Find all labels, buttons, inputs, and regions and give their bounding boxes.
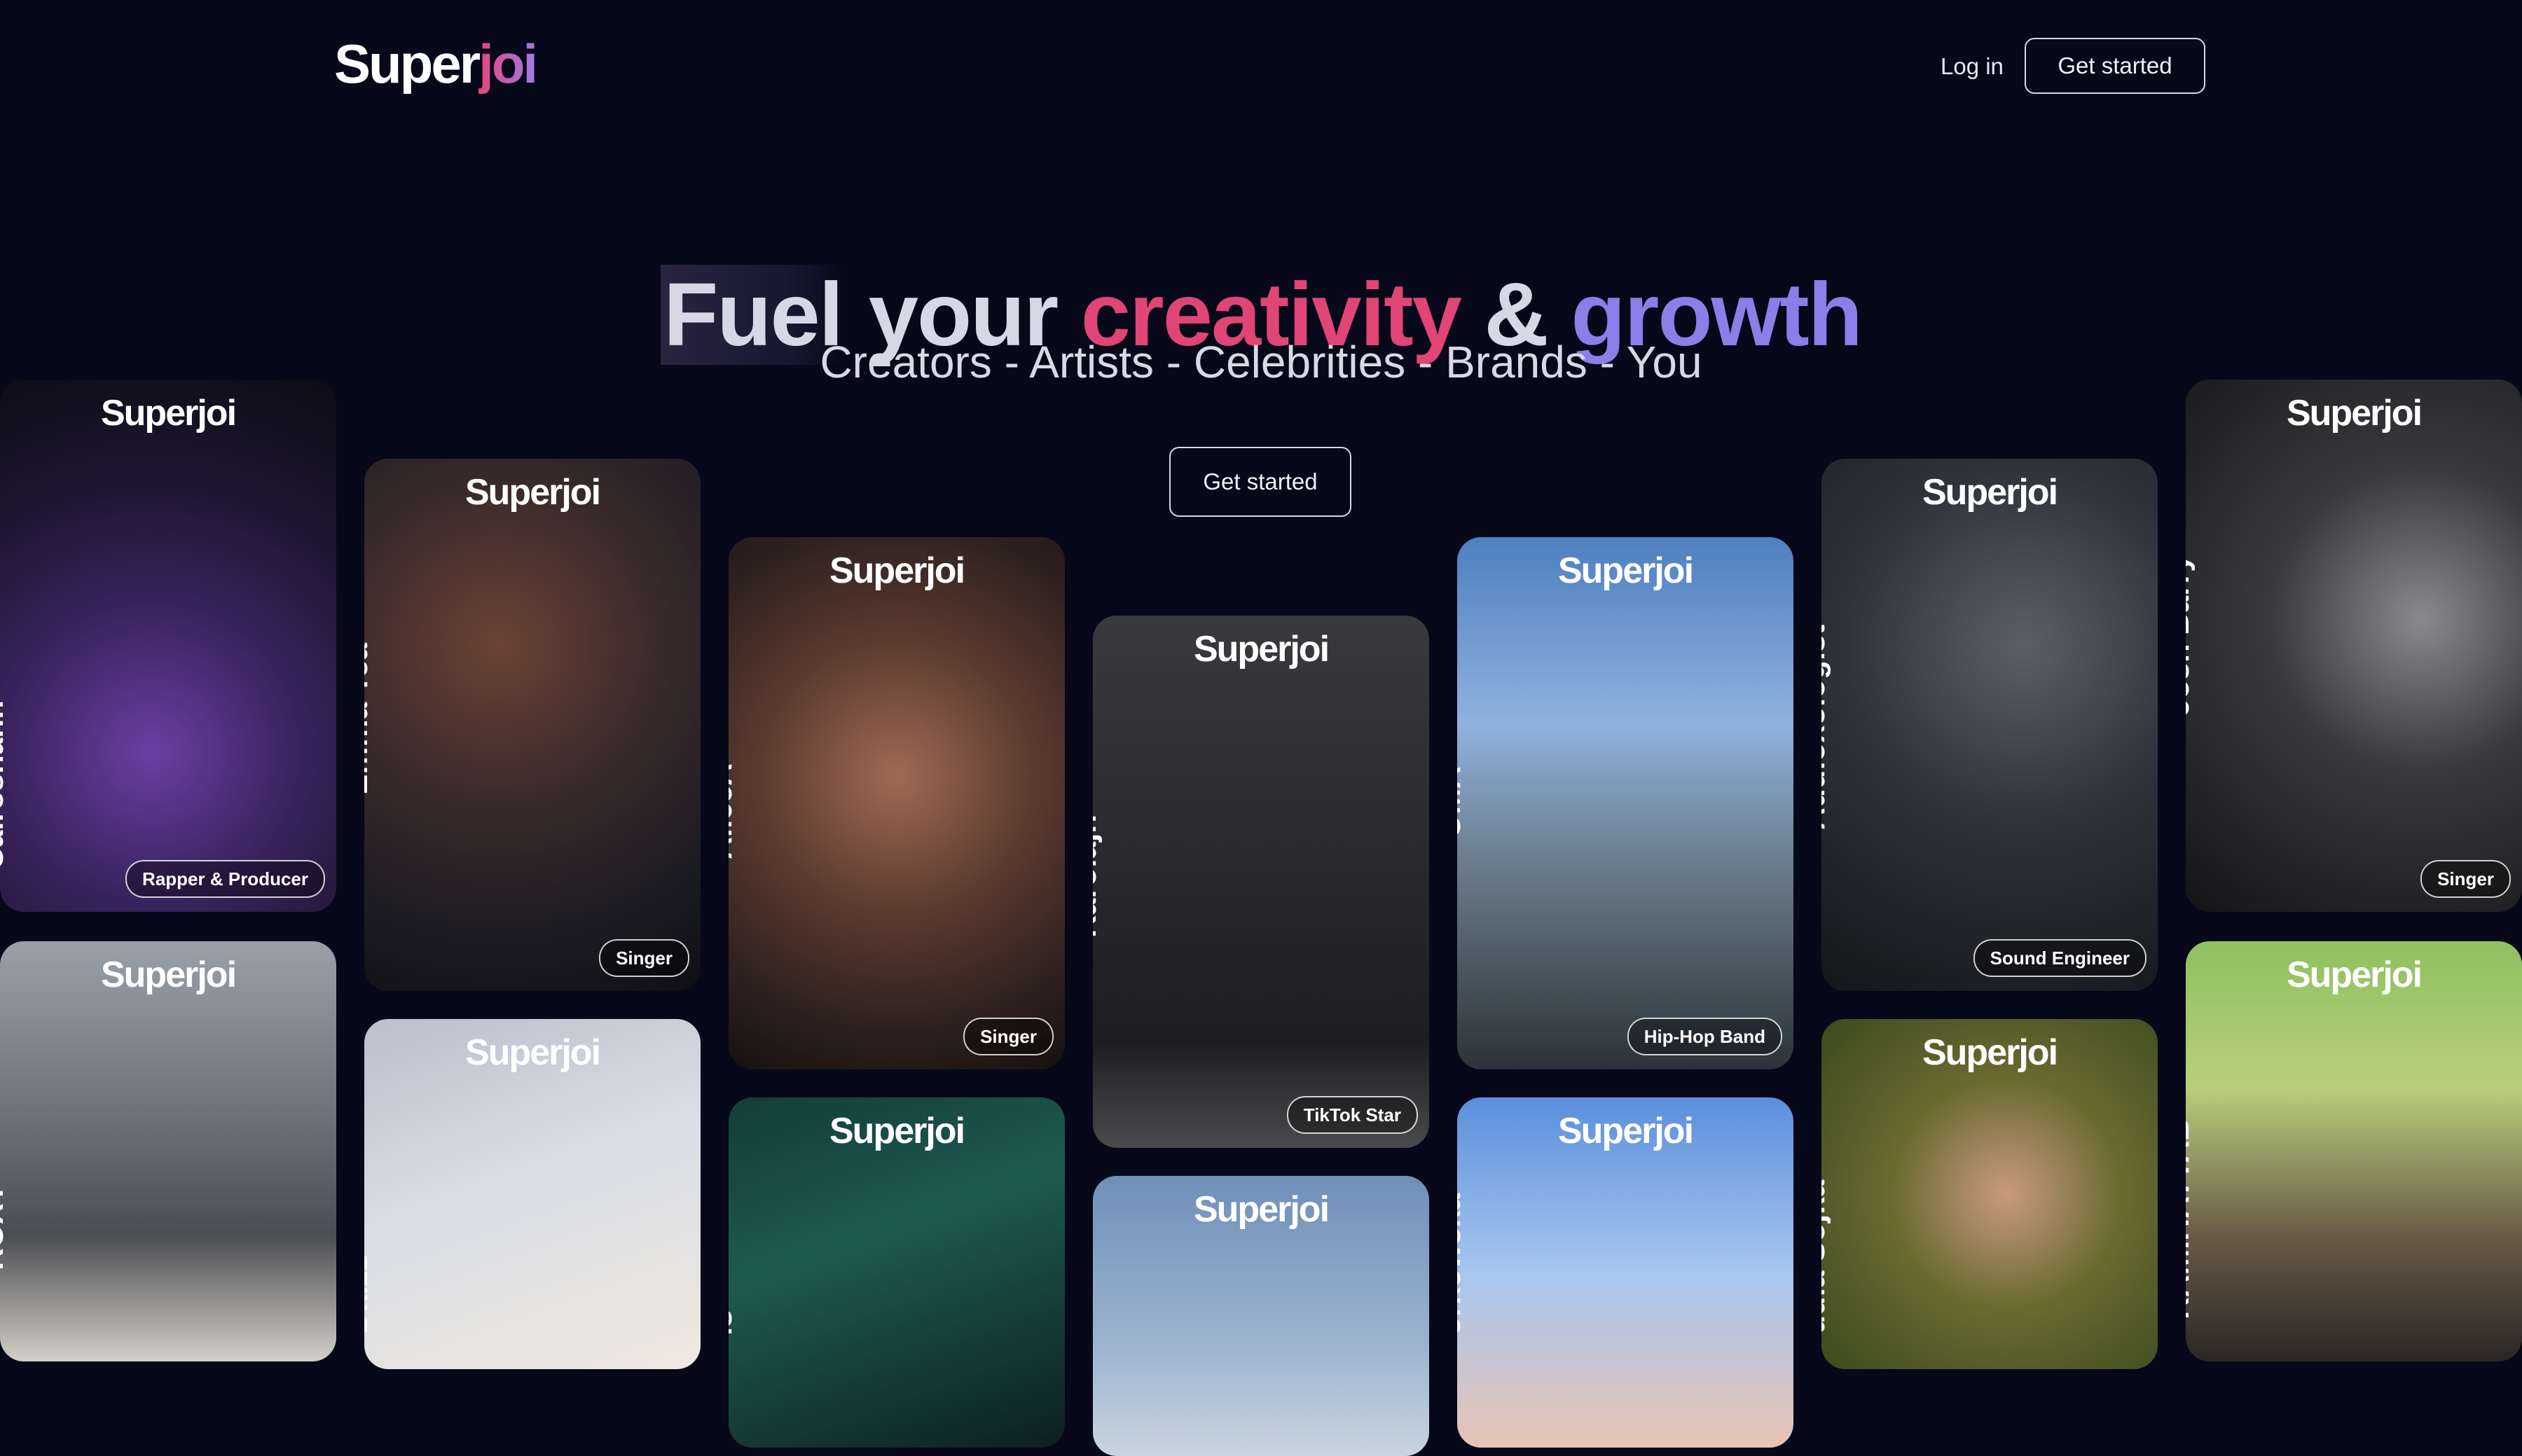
card-brand-logo: Superjoi <box>829 550 965 591</box>
card-brand-logo: Superjoi <box>1193 629 1330 670</box>
creator-card-josh-barry[interactable]: Superjoi Josh Barry Singer <box>2186 380 2522 912</box>
creator-card-emma-tea[interactable]: Superjoi Emma Tea Singer <box>364 459 701 991</box>
card-creator-name: Karolajn <box>1093 814 1103 938</box>
hero-get-started-button[interactable]: Get started <box>1169 447 1351 517</box>
card-creator-name: Emma Tea <box>364 643 374 795</box>
get-started-button[interactable]: Get started <box>2025 38 2205 94</box>
card-category-badge: Singer <box>963 1018 1054 1055</box>
card-creator-name: ROXY <box>0 1183 10 1270</box>
creator-card-roxy[interactable]: Superjoi ROXY <box>0 941 336 1361</box>
card-creator-name: ls <box>729 1310 738 1336</box>
card-brand-logo: Superjoi <box>1922 1032 2058 1073</box>
creator-card-audioxologist[interactable]: Superjoi Audioxologist Sound Engineer <box>1821 459 2158 991</box>
superjoi-logo[interactable]: Superjoi <box>334 32 538 96</box>
card-category-badge: Sound Engineer <box>1973 939 2147 977</box>
card-creator-name: Dkizz <box>364 1255 374 1334</box>
card-creator-name: orkowska <box>1457 1193 1467 1336</box>
card-brand-logo: Superjoi <box>2286 955 2423 995</box>
card-category-badge: TikTok Star <box>1286 1096 1418 1134</box>
card-category-badge: Singer <box>599 939 689 977</box>
card-brand-logo: Superjoi <box>1557 1111 1694 1151</box>
top-navigation: Superjoi Log in Get started <box>0 0 2522 133</box>
card-brand-logo: Superjoi <box>829 1111 965 1151</box>
hero-subtitle: Creators - Artists - Celebrities - Brand… <box>820 337 1702 387</box>
creator-card-cairoshann[interactable]: Superjoi Cairoshann Rapper & Producer <box>0 380 336 912</box>
creator-card-alicea[interactable]: Superjoi AliceA Singer <box>729 537 1065 1069</box>
card-creator-name: Cairoshann <box>0 700 10 870</box>
creator-card-ramihattab[interactable]: Superjoi RAMIHATTAB* <box>2186 941 2522 1361</box>
card-brand-logo: Superjoi <box>1922 472 2058 513</box>
card-brand-logo: Superjoi <box>2286 393 2423 434</box>
card-brand-logo: Superjoi <box>464 1032 601 1073</box>
card-category-badge: Rapper & Producer <box>125 860 325 898</box>
card-creator-name: udia Sojka <box>1821 1179 1831 1334</box>
card-category-badge: Singer <box>2420 860 2511 898</box>
creator-card-orkowska[interactable]: Superjoi orkowska <box>1457 1097 1793 1448</box>
creator-card-oma[interactable]: Superjoi OMA Hip-Hop Band <box>1457 537 1793 1069</box>
card-category-badge: Hip-Hop Band <box>1627 1018 1782 1055</box>
card-creator-name: Josh Barry <box>2186 555 2196 716</box>
card-brand-logo: Superjoi <box>100 955 237 995</box>
card-creator-name: Audioxologist <box>1821 624 1831 830</box>
logo-text-joi: joi <box>478 33 538 95</box>
card-creator-name: RAMIHATTAB* <box>2186 1107 2196 1319</box>
logo-text-super: Super <box>334 33 481 95</box>
login-link[interactable]: Log in <box>1941 53 2004 80</box>
creator-card-dkizz[interactable]: Superjoi Dkizz <box>364 1019 701 1369</box>
card-brand-logo: Superjoi <box>464 472 601 513</box>
creator-card-udia-sojka[interactable]: Superjoi udia Sojka <box>1821 1019 2158 1369</box>
card-brand-logo: Superjoi <box>1193 1189 1330 1230</box>
creator-card-karolajn[interactable]: Superjoi Karolajn TikTok Star <box>1093 616 1429 1148</box>
card-creator-name: AliceA <box>729 763 738 859</box>
card-creator-name: OMA <box>1457 766 1467 838</box>
card-brand-logo: Superjoi <box>1557 550 1694 591</box>
creator-card-ls[interactable]: Superjoi ls <box>729 1097 1065 1448</box>
card-brand-logo: Superjoi <box>100 393 237 434</box>
creator-card-partial[interactable]: Superjoi <box>1093 1176 1429 1456</box>
